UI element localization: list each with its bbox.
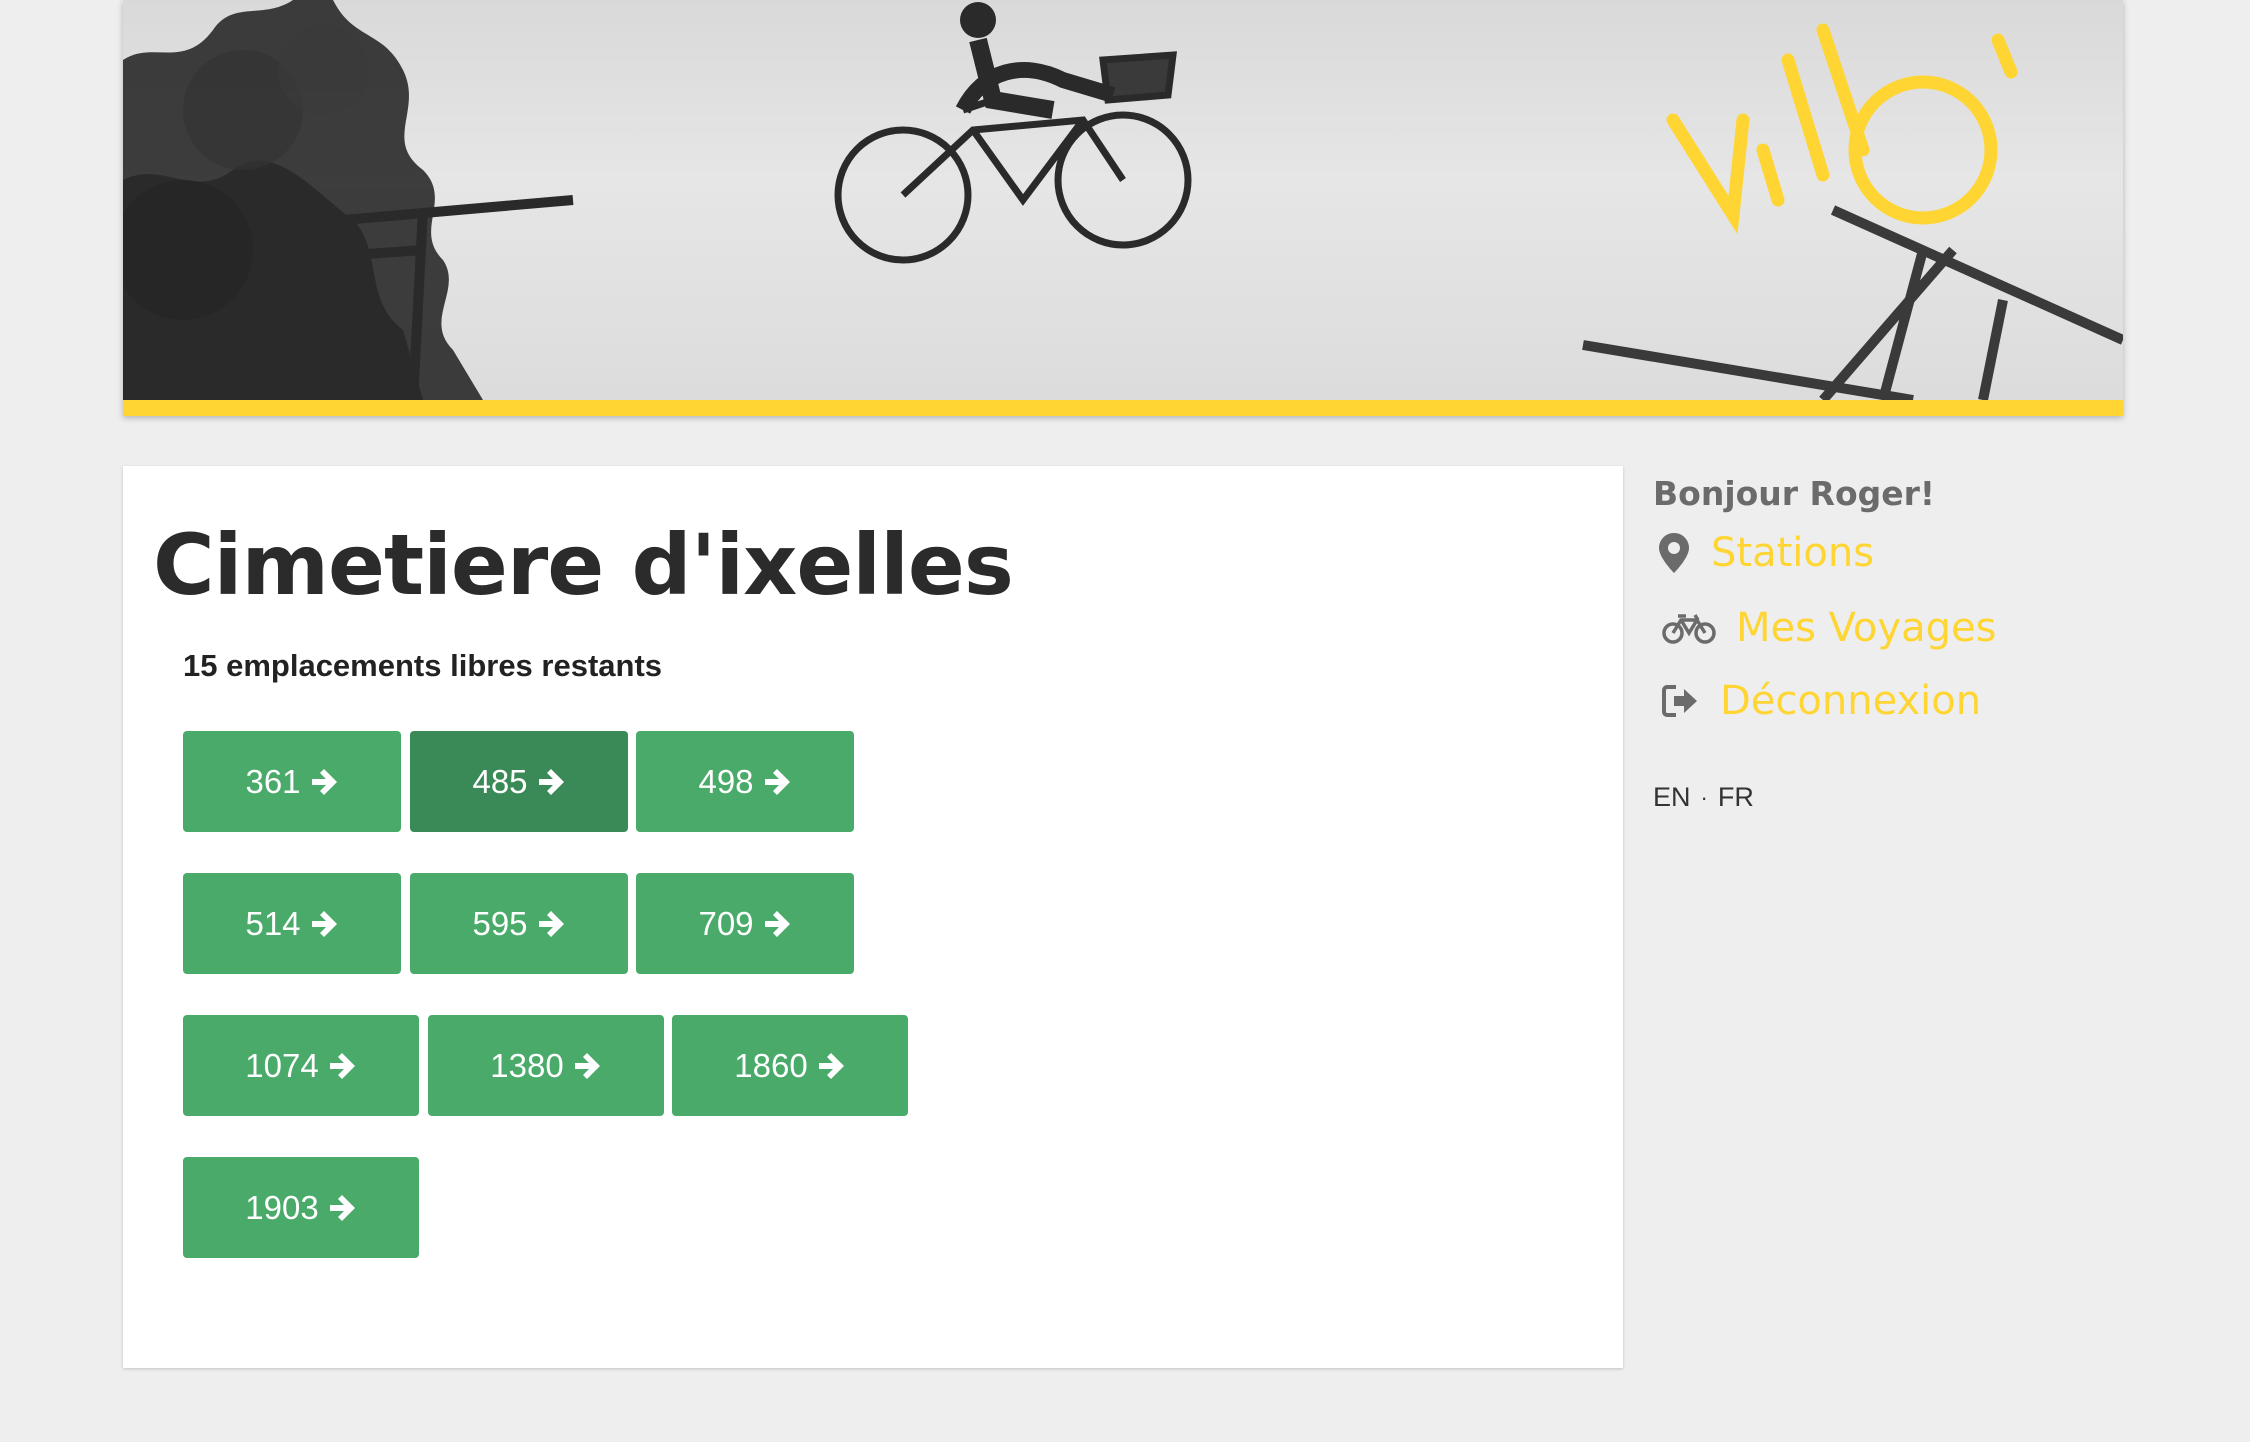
slot-number: 498 [698,762,754,800]
cyclist [834,2,1192,264]
arrow-right-icon [572,1051,602,1081]
slot-number: 1380 [490,1046,564,1084]
arrow-right-icon [536,767,566,797]
slot-button-1074[interactable]: 1074 [183,1015,419,1116]
slot-button-1860[interactable]: 1860 [672,1015,908,1116]
slot-number: 514 [245,904,301,942]
sign-out-icon [1662,684,1700,718]
banner-photo [123,0,2123,400]
language-fr-link[interactable]: FR [1718,782,1754,813]
bicycle-icon [1662,612,1716,644]
arrow-right-icon [816,1051,846,1081]
ramp-right [1582,205,2123,400]
arrow-right-icon [309,767,339,797]
greeting: Bonjour Roger! [1653,474,1935,513]
slot-button-498[interactable]: 498 [636,731,854,832]
nav-stations-label: Stations [1711,530,1875,576]
language-en-link[interactable]: EN [1653,782,1691,813]
language-switcher: EN · FR [1653,782,1754,813]
trees [123,0,483,400]
slot-button-514[interactable]: 514 [183,873,401,974]
station-card: Cimetiere d'ixelles 15 emplacements libr… [123,466,1623,1368]
slot-number: 485 [472,762,528,800]
nav-mes-voyages-label: Mes Voyages [1736,605,1997,651]
slot-button-485[interactable]: 485 [410,731,628,832]
slot-button-361[interactable]: 361 [183,731,401,832]
nav-stations[interactable]: Stations [1659,530,1874,576]
banner-illustration [123,0,2123,400]
free-slots-count: 15 emplacements libres restants [183,648,663,683]
slot-button-1903[interactable]: 1903 [183,1157,419,1258]
nav-deconnexion-label: Déconnexion [1720,678,1982,724]
arrow-right-icon [327,1193,357,1223]
villo-logo [1666,23,2018,235]
nav-deconnexion[interactable]: Déconnexion [1662,678,1981,724]
slot-number: 361 [245,762,301,800]
slot-number: 1903 [245,1188,319,1226]
language-separator: · [1700,784,1708,810]
slot-button-595[interactable]: 595 [410,873,628,974]
slot-number: 1074 [245,1046,319,1084]
arrow-right-icon [536,909,566,939]
slot-number: 709 [698,904,754,942]
arrow-right-icon [762,767,792,797]
slot-button-1380[interactable]: 1380 [428,1015,664,1116]
arrow-right-icon [327,1051,357,1081]
slot-button-709[interactable]: 709 [636,873,854,974]
slot-number: 1860 [734,1046,808,1084]
map-marker-icon [1659,533,1689,573]
station-title: Cimetiere d'ixelles [153,516,1014,614]
slot-number: 595 [472,904,528,942]
nav-mes-voyages[interactable]: Mes Voyages [1662,605,1996,651]
header-banner [123,0,2123,416]
arrow-right-icon [762,909,792,939]
arrow-right-icon [309,909,339,939]
